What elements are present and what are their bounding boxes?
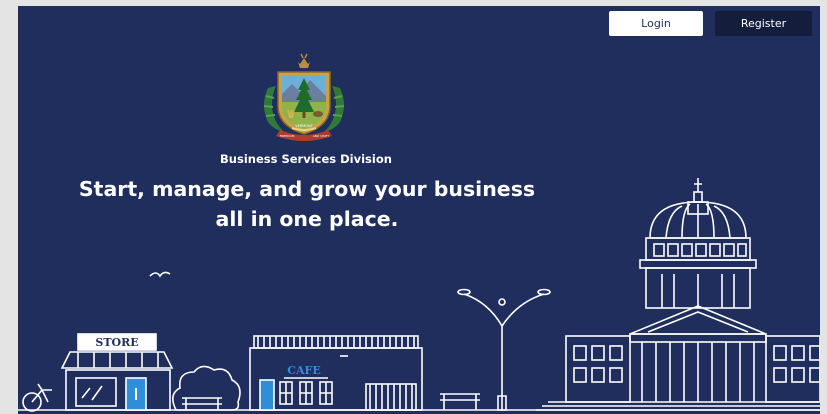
register-button[interactable]: Register [715, 11, 812, 36]
store-building: STORE [60, 333, 174, 411]
street-lamp-icon [457, 288, 551, 411]
seal-ribbon-text: VERMONT [295, 124, 313, 128]
headline-line-1: Start, manage, and grow your business [78, 177, 536, 201]
vermont-seal-logo: VERMONT FREEDOM AND UNITY [263, 53, 345, 141]
seal-motto-left: FREEDOM [280, 134, 295, 138]
bench-icon [182, 397, 222, 410]
hero-banner: Login Register VERMONT FREEDOM AND UNITY… [18, 6, 820, 414]
bicycle-icon [22, 383, 52, 412]
cafe-sign: CAFE [287, 364, 320, 377]
bird-icon [149, 271, 171, 278]
login-button[interactable]: Login [609, 11, 703, 36]
headline-line-2: all in one place. [215, 207, 399, 231]
cafe-building: CAFE [249, 335, 423, 411]
page-headline: Start, manage, and grow your business al… [28, 174, 586, 234]
store-sign: STORE [95, 336, 138, 349]
bench-icon-2 [440, 393, 480, 410]
seal-motto-right: AND UNITY [313, 134, 330, 138]
division-label: Business Services Division [220, 152, 392, 166]
